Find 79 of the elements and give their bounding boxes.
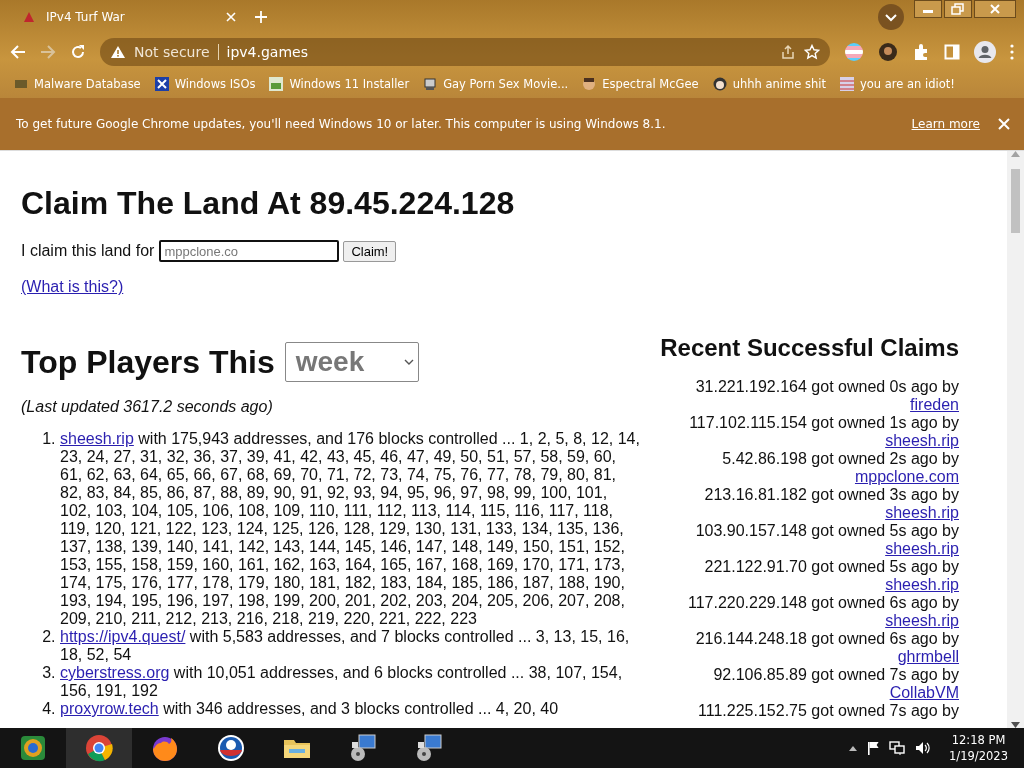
reload-icon[interactable] (70, 44, 86, 60)
avatar-icon[interactable] (878, 42, 898, 62)
claim-text: 213.16.81.182 got owned 3s ago by (703, 486, 959, 504)
speaker-icon[interactable] (915, 741, 932, 755)
domain-input[interactable]: mppclone.co (159, 240, 340, 262)
claimant-link[interactable]: sheesh.rip (659, 612, 959, 630)
scrollbar[interactable] (1007, 151, 1024, 728)
security-label[interactable]: Not secure (134, 44, 210, 60)
claim-text: 117.102.115.154 got owned 1s ago by (688, 414, 959, 432)
striped-circle-icon[interactable] (844, 42, 864, 62)
section-heading: Recent Successful Claims (659, 334, 959, 362)
player-link[interactable]: sheesh.rip (60, 430, 134, 447)
player-entry: proxyrow.tech with 346 addresses, and 3 blocks controlled ... 4, 20, 40 (60, 700, 559, 718)
infobar-message: To get future Google Chrome updates, you'll need Windows 10 or later. This computer is using Windows 8.1. (16, 117, 667, 131)
claim-text: 111.225.152.75 got owned 7s ago by (697, 702, 959, 720)
bookmark-favicon-icon (839, 77, 854, 91)
last-updated-text: (Last updated 3617.2 seconds ago) (21, 398, 274, 416)
close-icon[interactable] (974, 0, 1016, 18)
address-bar[interactable]: Not secure ipv4.games (100, 38, 830, 66)
minimize-icon[interactable] (914, 0, 942, 18)
url-text: ipv4.games (226, 44, 309, 60)
warning-icon (110, 45, 126, 59)
help-link[interactable]: (What is this?) (21, 278, 124, 296)
claimant-link[interactable]: CollabVM (659, 684, 959, 702)
star-icon[interactable] (804, 44, 820, 60)
claim-text: 216.144.248.18 got owned 6s ago by (694, 630, 959, 648)
tab-title: IPv4 Turf War (46, 10, 126, 24)
bookmark-favicon-icon (154, 77, 169, 91)
claim-text: 117.220.229.148 got owned 6s ago by (686, 594, 959, 612)
claimant-link[interactable]: fireden (659, 396, 959, 414)
claimant-link[interactable]: ghrmbell (659, 648, 959, 666)
claim-text: 31.221.192.164 got owned 0s ago by (694, 378, 959, 396)
bookmark-favicon-icon (582, 77, 597, 91)
network-icon[interactable] (889, 741, 906, 755)
flag-icon[interactable] (867, 741, 880, 755)
player-link[interactable]: proxyrow.tech (60, 700, 159, 717)
list-number: 3. (42, 664, 57, 682)
chevron-down-icon (403, 359, 414, 365)
sidebar-icon[interactable] (944, 44, 960, 60)
claim-label: I claim this land for (21, 242, 155, 260)
puzzle-icon[interactable] (912, 43, 930, 61)
browser-icon[interactable] (83, 732, 115, 764)
claimant-link[interactable]: sheesh.rip (659, 504, 959, 522)
claimant-link[interactable]: sheesh.rip (659, 432, 959, 450)
section-heading: Top Players This (21, 343, 275, 381)
favicon-icon (22, 10, 36, 24)
chevron-down-icon[interactable] (878, 4, 904, 30)
share-icon[interactable] (780, 44, 796, 60)
clock[interactable]: 12:18 PM 1/19/2023 (949, 732, 1008, 764)
bookmark-favicon-icon (269, 77, 284, 91)
player-link[interactable]: https://ipv4.quest/ (60, 628, 186, 645)
list-number: 1. (42, 430, 57, 448)
claim-text: 5.42.86.198 got owned 2s ago by (721, 450, 959, 468)
list-number: 4. (42, 700, 57, 718)
list-number: 2. (42, 628, 57, 646)
claim-text: 103.90.157.148 got owned 5s ago by (694, 522, 959, 540)
chevron-up-icon[interactable] (849, 745, 858, 751)
period-dropdown[interactable]: week (284, 342, 419, 382)
claim-text: 92.106.85.89 got owned 7s ago by (712, 666, 959, 684)
scrollbar-thumb[interactable] (1011, 169, 1020, 233)
clock-time: 12:18 PM (951, 732, 1006, 748)
bookmark-favicon-icon (712, 77, 727, 91)
claimant-link[interactable]: sheesh.rip (659, 576, 959, 594)
claimant-link[interactable]: sheesh.rip (659, 540, 959, 558)
restore-icon[interactable] (944, 0, 972, 18)
learn-more-link[interactable]: Learn more (911, 117, 980, 131)
bookmark-favicon-icon (14, 77, 28, 91)
bookmark-favicon-icon (423, 77, 438, 91)
menu-icon[interactable] (1010, 44, 1014, 60)
clock-date: 1/19/2023 (949, 748, 1008, 764)
new-tab-icon[interactable] (254, 10, 268, 24)
claimant-link[interactable]: mppclone.com (659, 468, 959, 486)
claim-text: 221.122.91.70 got owned 5s ago by (703, 558, 959, 576)
page-heading: Claim The Land At 89.45.224.128 (21, 185, 516, 222)
back-icon[interactable] (10, 44, 26, 60)
claim-button[interactable]: Claim! (343, 240, 397, 262)
player-link[interactable]: cyberstress.org (60, 664, 170, 681)
circle-logo-icon[interactable] (215, 732, 247, 764)
profile-icon[interactable] (974, 41, 996, 63)
